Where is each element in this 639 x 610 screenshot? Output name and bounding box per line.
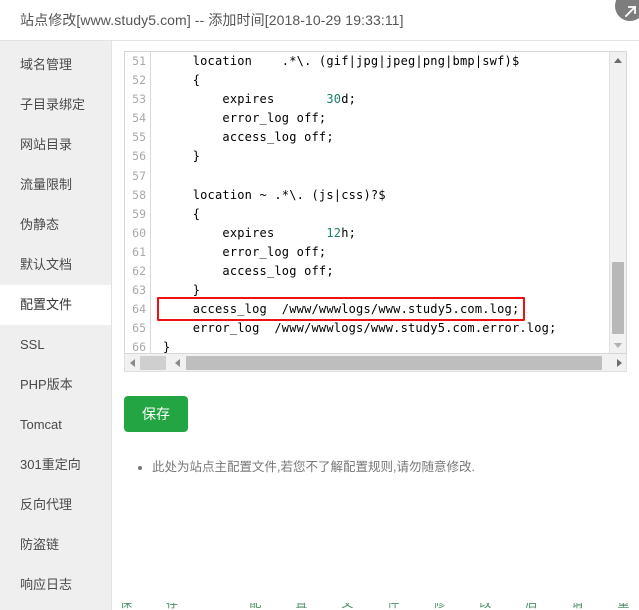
editor-viewport: 51 52 53 54 55 56 57 58 59 60 61 62 63 6… — [125, 52, 609, 353]
line-number: 52 — [132, 73, 146, 88]
editor-vertical-scrollbar[interactable] — [609, 52, 626, 353]
code-line: access_log off; — [163, 264, 334, 279]
page-title: 站点修改[www.study5.com] -- 添加时间[2018-10-29 … — [20, 12, 404, 28]
line-number: 61 — [132, 244, 146, 259]
line-number: 55 — [132, 130, 146, 145]
sidebar-item-traffic-limit[interactable]: 流量限制 — [0, 165, 111, 205]
line-number: 53 — [132, 92, 146, 107]
code-line-highlighted: access_log /www/wwwlogs/www.study5.com.l… — [157, 297, 609, 322]
line-number: 65 — [132, 321, 146, 336]
sidebar-item-subdirectory-binding[interactable]: 子目录绑定 — [0, 85, 111, 125]
code-line: expires 12h; — [163, 224, 609, 243]
sidebar-item-tomcat[interactable]: Tomcat — [0, 405, 111, 445]
access-log-highlight: access_log /www/wwwlogs/www.study5.com.l… — [157, 297, 526, 322]
editor-horizontal-scrollbar-outer[interactable] — [124, 354, 627, 372]
code-line: location ~ .*\. (js|css)?$ — [163, 187, 386, 202]
sidebar-item-301-redirect[interactable]: 301重定向 — [0, 445, 111, 485]
notes-list: 此处为站点主配置文件,若您不了解配置规则,请勿随意修改. — [124, 458, 627, 476]
line-number: 57 — [132, 168, 146, 183]
horizontal-scrollbar-thumb-outer[interactable] — [140, 355, 166, 370]
line-number: 62 — [132, 264, 146, 279]
code-line: location .*\. (gif|jpg|jpeg|png|bmp|swf)… — [163, 54, 520, 68]
code-line: access_log off; — [163, 130, 334, 145]
code-line: expires 30d; — [163, 90, 609, 109]
sidebar-item-site-directory[interactable]: 网站目录 — [0, 125, 111, 165]
code-line: { — [163, 206, 201, 221]
line-number: 66 — [132, 340, 146, 353]
config-file-editor[interactable]: 51 52 53 54 55 56 57 58 59 60 61 62 63 6… — [124, 51, 627, 354]
caret-left-icon-inner[interactable] — [170, 355, 184, 371]
code-line: error_log /www/wwwlogs/www.study5.com.er… — [163, 321, 557, 336]
expand-arrow-icon[interactable] — [615, 0, 639, 21]
code-number: 30 — [326, 92, 342, 107]
code-text-part: h; — [341, 225, 357, 240]
sidebar-item-pseudo-static[interactable]: 伪静态 — [0, 205, 111, 245]
code-text-part: expires — [163, 225, 327, 240]
sidebar-item-reverse-proxy[interactable]: 反向代理 — [0, 485, 111, 525]
page-body: 域名管理 子目录绑定 网站目录 流量限制 伪静态 默认文档 配置文件 SSL P… — [0, 41, 639, 610]
code-line: } — [163, 283, 201, 298]
caret-down-icon[interactable] — [610, 337, 626, 353]
sidebar-item-default-document[interactable]: 默认文档 — [0, 245, 111, 285]
line-number: 63 — [132, 283, 146, 298]
horizontal-scrollbar-thumb-inner[interactable] — [186, 355, 602, 370]
line-number: 58 — [132, 187, 146, 202]
code-line: error_log off; — [163, 111, 327, 126]
sidebar-item-php-version[interactable]: PHP版本 — [0, 365, 111, 405]
line-number-gutter: 51 52 53 54 55 56 57 58 59 60 61 62 63 6… — [125, 52, 151, 353]
line-number: 64 — [132, 302, 146, 317]
sidebar-item-domain-management[interactable]: 域名管理 — [0, 45, 111, 85]
editor-horizontal-scrollbar-inner[interactable] — [170, 355, 612, 371]
sidebar: 域名管理 子目录绑定 网站目录 流量限制 伪静态 默认文档 配置文件 SSL P… — [0, 41, 112, 610]
sidebar-item-ssl[interactable]: SSL — [0, 325, 111, 365]
code-text[interactable]: location .*\. (gif|jpg|jpeg|png|bmp|swf)… — [151, 52, 609, 353]
caret-up-icon[interactable] — [610, 52, 626, 68]
code-text-part: d; — [341, 92, 357, 107]
note-item: 此处为站点主配置文件,若您不了解配置规则,请勿随意修改. — [152, 458, 627, 476]
line-number: 59 — [132, 206, 146, 221]
sidebar-item-response-log[interactable]: 响应日志 — [0, 565, 111, 605]
bottom-clipped-toolbar: 保存 配置文件修改后请重载服务 关闭 确定 — [112, 603, 639, 610]
caret-right-icon[interactable] — [612, 355, 626, 371]
save-button[interactable]: 保存 — [124, 396, 188, 432]
main-content: 51 52 53 54 55 56 57 58 59 60 61 62 63 6… — [112, 41, 639, 610]
code-line: error_log off; — [163, 244, 327, 259]
bottom-toolbar-text: 保存 配置文件修改后请重载服务 关闭 确定 — [120, 603, 639, 610]
code-number: 12 — [326, 225, 342, 240]
code-line: } — [163, 340, 171, 353]
sidebar-item-anti-leech[interactable]: 防盗链 — [0, 525, 111, 565]
caret-left-icon[interactable] — [125, 355, 139, 371]
line-number: 54 — [132, 111, 146, 126]
code-text-part: access_log /www/wwwlogs/www.study5.com.l… — [163, 302, 520, 317]
window-header: 站点修改[www.study5.com] -- 添加时间[2018-10-29 … — [0, 0, 639, 41]
line-number: 56 — [132, 149, 146, 164]
code-text-part: expires — [163, 92, 327, 107]
code-line: } — [163, 149, 201, 164]
line-number: 51 — [132, 54, 146, 68]
code-line: { — [163, 73, 201, 88]
sidebar-item-config-file[interactable]: 配置文件 — [0, 285, 111, 325]
vertical-scrollbar-thumb[interactable] — [612, 262, 624, 334]
line-number: 60 — [132, 225, 146, 240]
